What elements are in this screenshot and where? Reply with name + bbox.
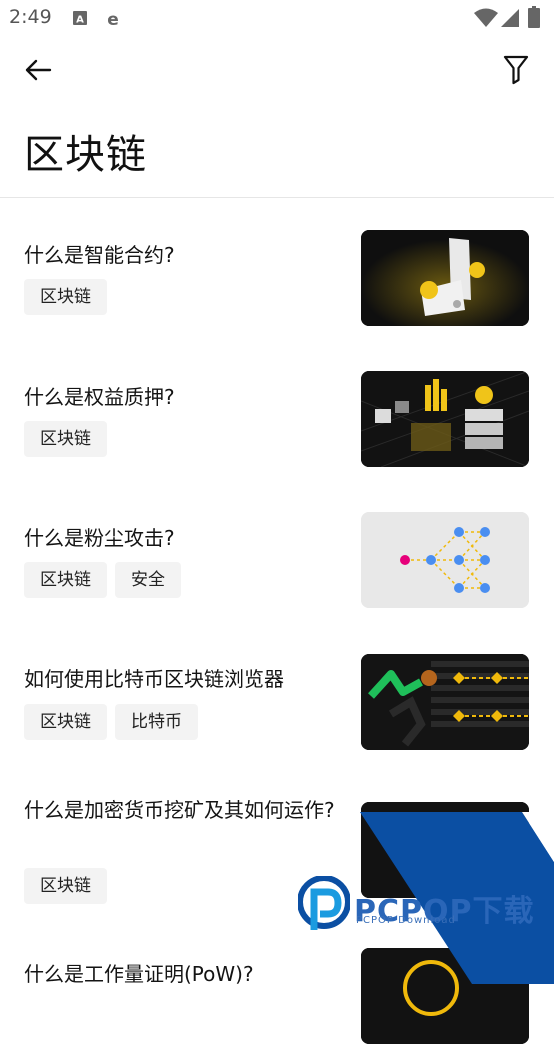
keyboard-a-icon: A: [72, 10, 88, 30]
article-thumbnail: [361, 230, 529, 326]
tag[interactable]: 区块链: [24, 279, 107, 315]
filter-button[interactable]: [498, 54, 534, 86]
svg-text:e: e: [107, 10, 119, 28]
article-item[interactable]: 什么是粉尘攻击? 区块链 安全: [0, 494, 554, 624]
arrow-left-icon: [25, 59, 52, 81]
back-button[interactable]: [20, 54, 56, 86]
tag[interactable]: 区块链: [24, 562, 107, 598]
article-thumbnail: [361, 371, 529, 467]
tag[interactable]: 比特币: [115, 704, 198, 740]
top-app-bar: [0, 48, 554, 92]
article-title: 什么是粉尘攻击?: [24, 526, 175, 550]
article-item[interactable]: 什么是智能合约? 区块链: [0, 212, 554, 342]
tag-list: 区块链: [24, 421, 107, 457]
browser-e-icon: e: [104, 10, 122, 32]
status-time: 2:49: [9, 6, 52, 28]
tag-list: 区块链: [24, 868, 107, 904]
tag-list: 区块链 安全: [24, 562, 181, 598]
tag-list: 区块链 比特币: [24, 704, 198, 740]
watermark-subtitle: PCPOP Download: [356, 915, 456, 926]
divider: [0, 197, 554, 198]
article-title: 如何使用比特币区块链浏览器: [24, 667, 284, 691]
article-title: 什么是智能合约?: [24, 243, 175, 267]
page-title: 区块链: [24, 132, 147, 178]
article-title: 什么是权益质押?: [24, 385, 175, 409]
filter-icon: [503, 55, 529, 85]
article-item[interactable]: 什么是权益质押? 区块链: [0, 353, 554, 483]
tag[interactable]: 区块链: [24, 704, 107, 740]
svg-text:A: A: [76, 15, 84, 26]
status-bar: 2:49 A e: [0, 0, 554, 38]
tag[interactable]: 区块链: [24, 421, 107, 457]
watermark-logo-icon: [297, 875, 351, 936]
tag-list: 区块链: [24, 279, 107, 315]
article-thumbnail: [361, 654, 529, 750]
wifi-icon: [474, 8, 498, 32]
battery-icon: [528, 6, 540, 32]
article-title: 什么是工作量证明(PoW)?: [24, 962, 254, 986]
tag[interactable]: 安全: [115, 562, 181, 598]
tag[interactable]: 区块链: [24, 868, 107, 904]
article-title: 什么是加密货币挖矿及其如何运作?: [24, 798, 335, 822]
signal-icon: [500, 8, 520, 32]
article-thumbnail: [361, 512, 529, 608]
article-item[interactable]: 如何使用比特币区块链浏览器 区块链 比特币: [0, 636, 554, 766]
